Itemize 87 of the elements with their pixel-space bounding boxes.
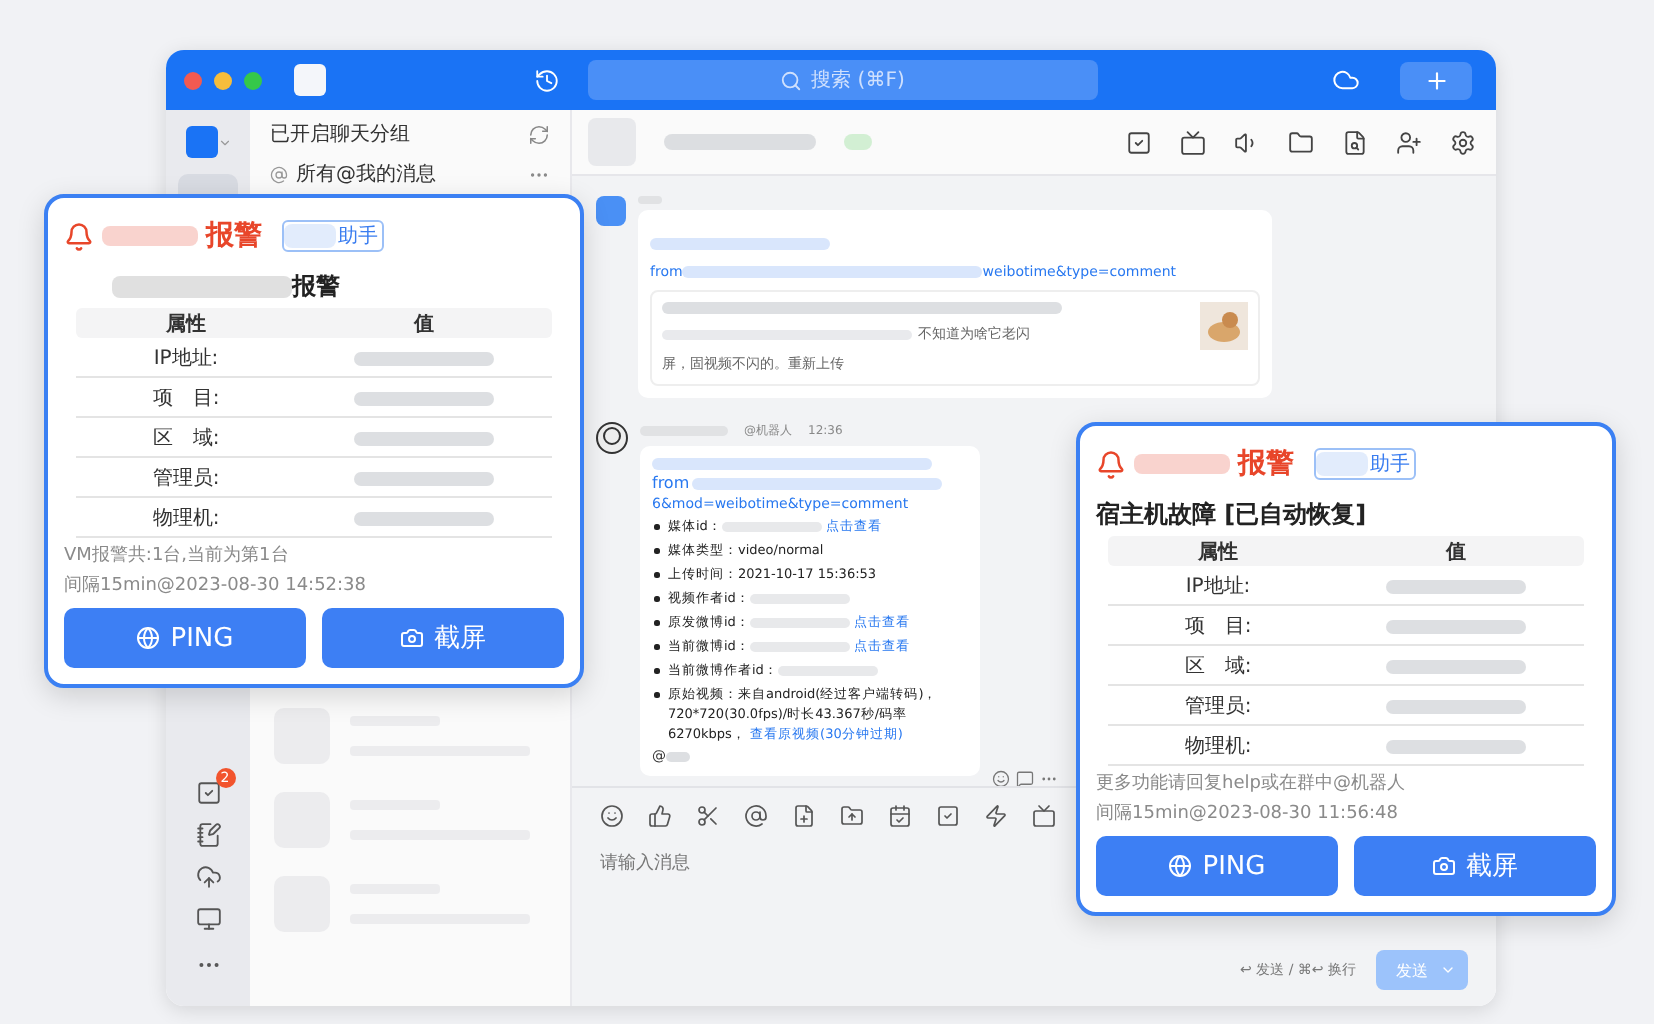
blurred-text — [354, 512, 494, 527]
monitor-icon[interactable] — [195, 906, 221, 932]
tv-icon[interactable] — [1032, 804, 1056, 828]
search-field[interactable]: 搜索 (⌘F) — [587, 60, 1097, 100]
table-cell-text: 物理机: — [150, 505, 222, 531]
globe-icon — [136, 626, 161, 650]
blurred-tag — [844, 134, 872, 150]
screenshot-button[interactable]: 截屏 — [1354, 836, 1596, 896]
account-avatar[interactable] — [185, 126, 217, 158]
plus-icon — [1423, 67, 1449, 93]
table-cell-text: IP地址: — [1183, 573, 1253, 599]
blurred-text — [1386, 660, 1526, 675]
bot-tag: 助手 — [282, 220, 384, 252]
footer-text: 更多功能请回复help或在群中@机器人 — [1096, 772, 1407, 796]
bot-tag: 助手 — [1314, 448, 1416, 480]
table-cell-text: IP地址: — [151, 345, 221, 371]
screenshot-button[interactable]: 截屏 — [322, 608, 564, 668]
blurred-text — [102, 226, 198, 246]
ping-button[interactable]: PING — [64, 608, 306, 668]
column-header: 值 — [411, 311, 436, 337]
footer-text: 间隔15min@2023-08-30 14:52:38 — [64, 574, 369, 598]
column-header: 属性 — [1196, 539, 1240, 565]
lightning-icon[interactable] — [984, 804, 1008, 828]
avatar — [596, 422, 628, 454]
bell-icon — [64, 221, 94, 251]
cloud-icon[interactable] — [1332, 66, 1360, 94]
app-icon — [294, 64, 326, 96]
table-cell-text: 区 域: — [150, 425, 222, 451]
column-header: 属性 — [164, 311, 208, 337]
caret-icon[interactable] — [217, 135, 231, 149]
file-icon[interactable] — [792, 804, 816, 828]
blurred-text — [1386, 700, 1526, 715]
alert-title: 报警 — [206, 218, 262, 254]
blurred-text — [1386, 740, 1526, 755]
column-header: 值 — [1443, 539, 1468, 565]
list-header: 已开启聊天分组 — [270, 121, 410, 148]
search-icon — [779, 69, 802, 91]
task-icon[interactable] — [936, 804, 960, 828]
search-list-icon[interactable] — [1342, 129, 1368, 155]
ping-button[interactable]: PING — [1096, 836, 1338, 896]
globe-icon — [1168, 854, 1193, 878]
add-user-icon[interactable] — [1396, 129, 1422, 155]
camera-icon — [1432, 854, 1456, 878]
message-input[interactable]: 请输入消息 — [600, 852, 900, 872]
table-cell-text: 区 域: — [1182, 653, 1254, 679]
note-icon[interactable] — [195, 822, 221, 848]
avatar — [596, 196, 626, 226]
link[interactable]: from — [652, 474, 690, 492]
bell-icon — [1096, 449, 1126, 479]
blurred-text — [1386, 580, 1526, 595]
folder-upload-icon[interactable] — [840, 804, 864, 828]
thumbs-up-icon[interactable] — [648, 804, 672, 828]
blurred-text — [354, 472, 494, 487]
blurred-text — [1386, 620, 1526, 635]
emoji-icon[interactable] — [600, 804, 624, 828]
camera-icon — [400, 626, 424, 650]
blurred-text — [1134, 454, 1230, 474]
add-button[interactable] — [1400, 61, 1472, 99]
task-icon[interactable] — [195, 780, 221, 806]
table-cell-text: 管理员: — [1182, 693, 1254, 719]
mentions-item[interactable]: 所有@我的消息 — [296, 160, 436, 188]
minimize-button[interactable] — [214, 71, 232, 89]
task-icon[interactable] — [1126, 129, 1152, 155]
folder-icon[interactable] — [1288, 129, 1314, 155]
alert-title: 报警 — [1238, 446, 1294, 482]
alert-heading: 宿主机故障 [已自动恢复] — [1096, 498, 1367, 532]
alert-heading: 报警 — [292, 270, 340, 304]
at-icon[interactable] — [744, 804, 768, 828]
table-cell-text: 项 目: — [150, 385, 222, 411]
scissors-icon[interactable] — [696, 804, 720, 828]
history-icon[interactable] — [533, 67, 559, 93]
blurred-text — [354, 432, 494, 447]
cloud-upload-icon[interactable] — [195, 864, 221, 890]
table-cell-text: 项 目: — [1182, 613, 1254, 639]
footer-text: VM报警共:1台,当前为第1台 — [64, 544, 291, 568]
settings-icon[interactable] — [1450, 129, 1476, 155]
blurred-text — [354, 352, 494, 367]
emoji-icon[interactable] — [992, 770, 1010, 788]
table-cell-text: 物理机: — [1182, 733, 1254, 759]
refresh-icon[interactable] — [528, 123, 550, 145]
reply-icon[interactable] — [1016, 770, 1034, 788]
calendar-icon[interactable] — [888, 804, 912, 828]
blurred-text — [354, 392, 494, 407]
caret-icon — [1440, 962, 1456, 978]
table-cell-text: 管理员: — [150, 465, 222, 491]
footer-text: 间隔15min@2023-08-30 11:56:48 — [1096, 802, 1401, 826]
tv-icon[interactable] — [1180, 129, 1206, 155]
